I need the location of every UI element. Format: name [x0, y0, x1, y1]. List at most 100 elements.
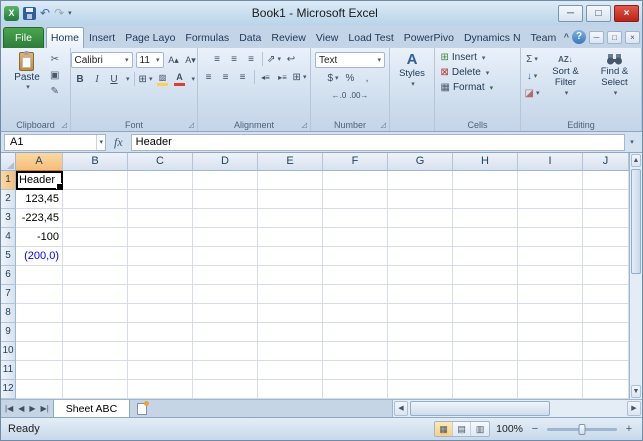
scroll-up-icon[interactable]: ▲ — [631, 154, 641, 167]
cell-I11[interactable] — [518, 361, 583, 380]
align-right-button[interactable]: ≡ — [236, 71, 250, 84]
horizontal-scrollbar-thumb[interactable] — [410, 401, 550, 416]
cell-G6[interactable] — [388, 266, 453, 285]
cell-C11[interactable] — [128, 361, 193, 380]
row-header-8[interactable]: 8 — [1, 304, 16, 323]
redo-button[interactable]: ↷ — [54, 7, 64, 19]
cell-E10[interactable] — [258, 342, 323, 361]
maximize-button[interactable]: □ — [586, 5, 611, 22]
cell-H12[interactable] — [453, 380, 518, 399]
align-bottom-button[interactable]: ≡ — [244, 53, 258, 66]
cell-I12[interactable] — [518, 380, 583, 399]
cell-D12[interactable] — [193, 380, 258, 399]
styles-button[interactable]: A Styles ▾ — [391, 50, 433, 90]
sheet-tab[interactable]: Sheet ABC — [53, 400, 130, 417]
font-size-combo[interactable]: 11 ▾ — [136, 52, 164, 68]
cell-E3[interactable] — [258, 209, 323, 228]
cell-G4[interactable] — [388, 228, 453, 247]
cell-D5[interactable] — [193, 247, 258, 266]
cell-D6[interactable] — [193, 266, 258, 285]
cell-F9[interactable] — [323, 323, 388, 342]
tab-insert[interactable]: Insert — [84, 27, 120, 48]
column-header-A[interactable]: A — [16, 153, 63, 171]
align-top-button[interactable]: ≡ — [210, 53, 224, 66]
cell-J10[interactable] — [583, 342, 629, 361]
cell-G10[interactable] — [388, 342, 453, 361]
cell-J5[interactable] — [583, 247, 629, 266]
cell-C2[interactable] — [128, 190, 193, 209]
number-format-combo[interactable]: Text ▾ — [315, 52, 385, 68]
column-header-F[interactable]: F — [323, 153, 388, 171]
row-header-7[interactable]: 7 — [1, 285, 16, 304]
cell-B4[interactable] — [63, 228, 128, 247]
cell-E12[interactable] — [258, 380, 323, 399]
fill-color-button[interactable]: ▨ — [156, 73, 170, 86]
cell-E6[interactable] — [258, 266, 323, 285]
cell-E4[interactable] — [258, 228, 323, 247]
paste-button[interactable]: Paste ▾ — [9, 50, 45, 93]
tab-page-layout[interactable]: Page Layo — [120, 27, 180, 48]
vertical-scrollbar[interactable]: ▲ ▼ — [629, 153, 642, 399]
cell-C5[interactable] — [128, 247, 193, 266]
percent-style-button[interactable]: % — [343, 72, 357, 85]
row-header-2[interactable]: 2 — [1, 190, 16, 209]
increase-font-size-button[interactable]: A▴ — [167, 54, 181, 67]
cell-J2[interactable] — [583, 190, 629, 209]
cell-H4[interactable] — [453, 228, 518, 247]
column-header-C[interactable]: C — [128, 153, 193, 171]
row-header-11[interactable]: 11 — [1, 361, 16, 380]
formula-input[interactable]: Header — [131, 134, 625, 151]
column-header-H[interactable]: H — [453, 153, 518, 171]
cell-D4[interactable] — [193, 228, 258, 247]
dialog-launcher-icon[interactable]: ◿ — [302, 121, 307, 129]
decrease-decimal-button[interactable]: .00→ — [349, 89, 368, 102]
cell-B8[interactable] — [63, 304, 128, 323]
font-name-combo[interactable]: Calibri ▾ — [71, 52, 133, 68]
undo-button[interactable]: ↶ — [40, 7, 50, 19]
underline-dropdown-icon[interactable]: ▾ — [126, 75, 130, 83]
cell-G11[interactable] — [388, 361, 453, 380]
cell-B6[interactable] — [63, 266, 128, 285]
cell-B5[interactable] — [63, 247, 128, 266]
cell-J11[interactable] — [583, 361, 629, 380]
cell-I2[interactable] — [518, 190, 583, 209]
format-painter-button[interactable]: ✎ — [48, 85, 62, 98]
cell-G12[interactable] — [388, 380, 453, 399]
cell-A10[interactable] — [16, 342, 63, 361]
column-header-B[interactable]: B — [63, 153, 128, 171]
cell-C3[interactable] — [128, 209, 193, 228]
cell-G9[interactable] — [388, 323, 453, 342]
cell-I5[interactable] — [518, 247, 583, 266]
cell-F12[interactable] — [323, 380, 388, 399]
zoom-in-button[interactable]: + — [623, 423, 635, 435]
cell-H8[interactable] — [453, 304, 518, 323]
borders-button[interactable]: ⊞ ▾ — [139, 73, 153, 86]
save-button[interactable] — [23, 7, 36, 20]
tab-team[interactable]: Team — [526, 27, 562, 48]
cell-I8[interactable] — [518, 304, 583, 323]
cell-G3[interactable] — [388, 209, 453, 228]
dialog-launcher-icon[interactable]: ◿ — [62, 121, 67, 129]
first-sheet-icon[interactable]: |◀ — [5, 404, 13, 413]
row-header-10[interactable]: 10 — [1, 342, 16, 361]
cell-F8[interactable] — [323, 304, 388, 323]
cell-G5[interactable] — [388, 247, 453, 266]
cell-E2[interactable] — [258, 190, 323, 209]
increase-indent-button[interactable]: ▸≡ — [276, 71, 290, 84]
row-header-12[interactable]: 12 — [1, 380, 16, 399]
find-select-button[interactable]: Find & Select ▾ — [591, 50, 637, 99]
zoom-slider-thumb[interactable] — [579, 424, 586, 435]
cell-J6[interactable] — [583, 266, 629, 285]
align-left-button[interactable]: ≡ — [202, 71, 216, 84]
insert-function-button[interactable]: fx — [106, 135, 131, 150]
cell-B1[interactable] — [63, 171, 128, 190]
column-header-D[interactable]: D — [193, 153, 258, 171]
cell-I6[interactable] — [518, 266, 583, 285]
cell-F2[interactable] — [323, 190, 388, 209]
page-break-view-button[interactable]: ▥ — [471, 422, 489, 436]
cell-F3[interactable] — [323, 209, 388, 228]
tab-file[interactable]: File — [3, 27, 44, 48]
cell-C4[interactable] — [128, 228, 193, 247]
cell-E11[interactable] — [258, 361, 323, 380]
cell-D3[interactable] — [193, 209, 258, 228]
